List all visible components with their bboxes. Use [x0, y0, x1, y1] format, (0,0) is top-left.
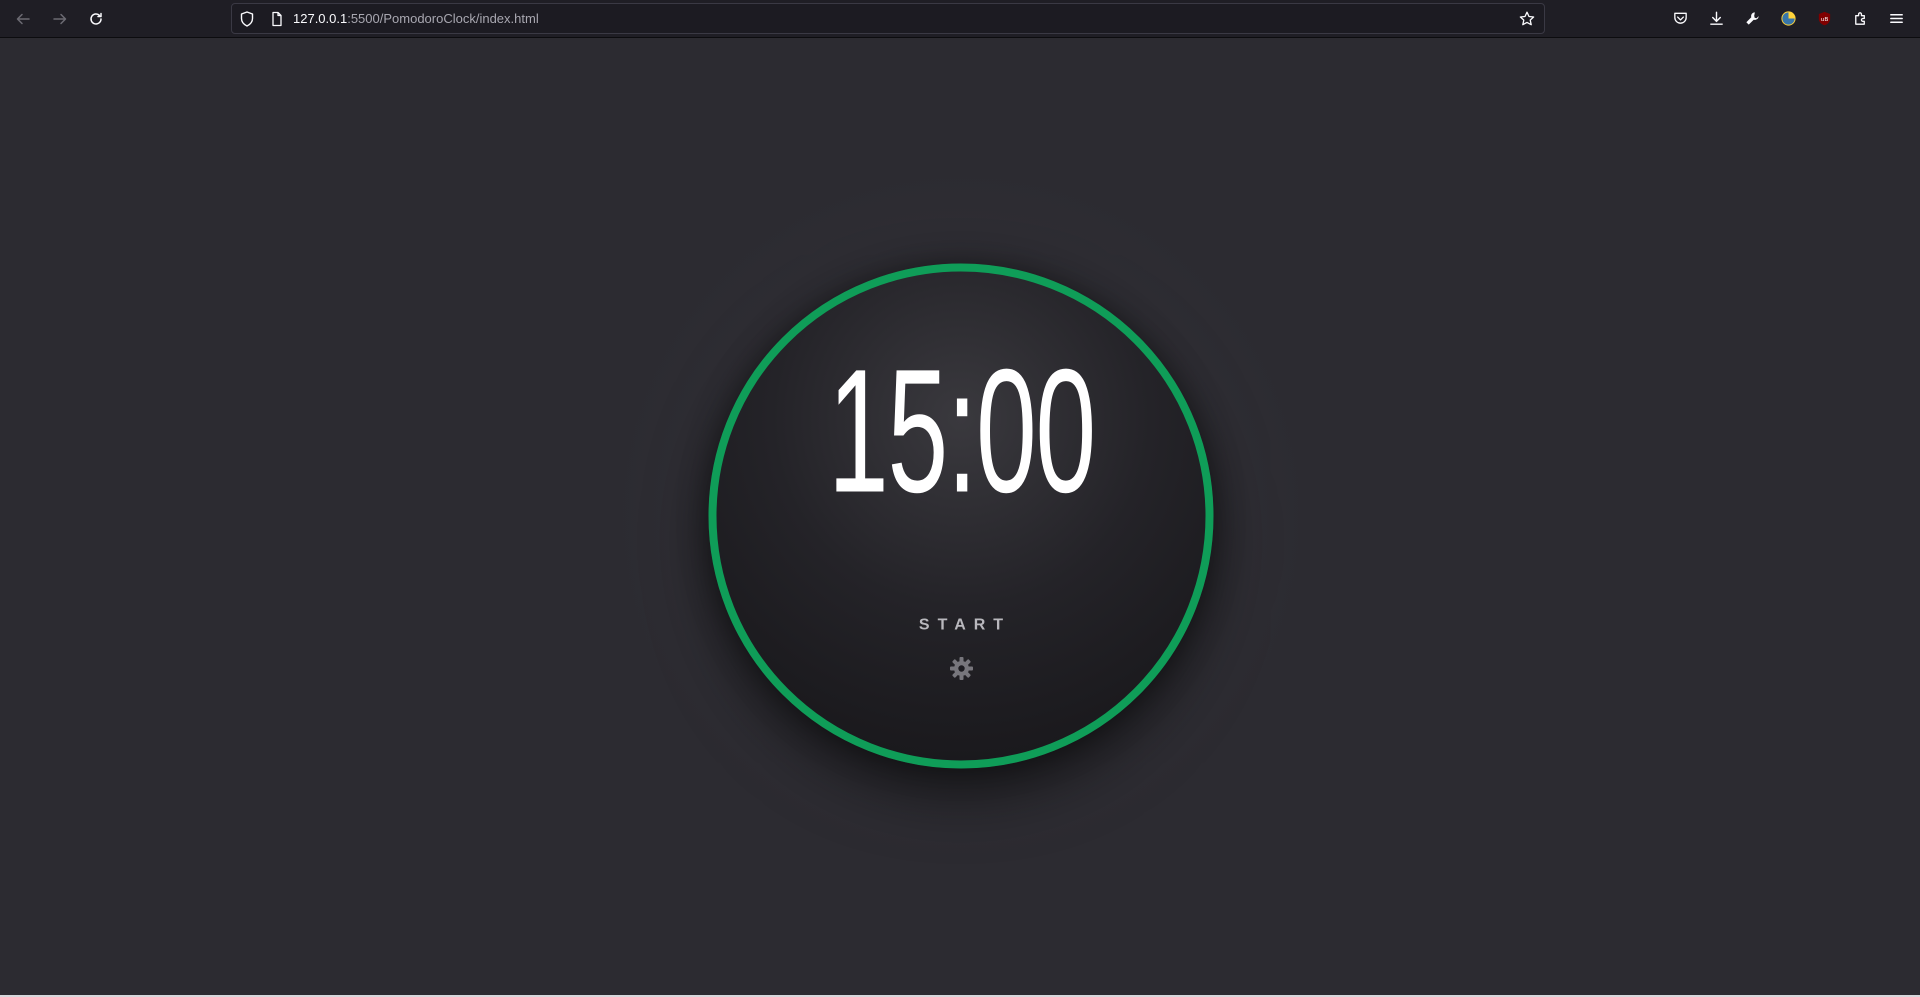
- timer-display: 15:00: [827, 333, 1096, 530]
- gear-icon[interactable]: [948, 656, 974, 682]
- extensions-icon[interactable]: [1850, 8, 1870, 28]
- url-bar[interactable]: 127.0.0.1:5500/PomodoroClock/index.html: [231, 3, 1545, 34]
- url-path: :5500/PomodoroClock/index.html: [347, 11, 539, 26]
- start-button[interactable]: START: [911, 617, 1011, 635]
- reload-icon: [90, 12, 102, 25]
- url-host: 127.0.0.1: [293, 11, 348, 26]
- page-icon: [272, 11, 282, 27]
- python-icon[interactable]: [1778, 8, 1798, 28]
- forward-button[interactable]: [48, 7, 72, 31]
- wrench-icon[interactable]: [1742, 8, 1762, 28]
- browser-toolbar: 127.0.0.1:5500/PomodoroClock/index.html …: [0, 0, 1920, 38]
- hamburger-menu-icon[interactable]: [1886, 8, 1906, 28]
- back-button[interactable]: [11, 7, 35, 31]
- arrow-right-icon: [53, 13, 67, 25]
- pocket-icon[interactable]: [1670, 8, 1690, 28]
- svg-text:uB: uB: [1820, 16, 1828, 22]
- page-content: 15:00 START: [0, 38, 1920, 997]
- shield-icon[interactable]: [238, 10, 256, 28]
- arrow-left-icon: [16, 13, 30, 25]
- pomodoro-clock: 15:00 START: [708, 263, 1214, 769]
- download-icon[interactable]: [1706, 8, 1726, 28]
- star-icon[interactable]: [1518, 10, 1536, 28]
- url-text[interactable]: 127.0.0.1:5500/PomodoroClock/index.html: [293, 11, 539, 26]
- reload-button[interactable]: [84, 7, 108, 31]
- ublock-icon[interactable]: uB: [1814, 8, 1834, 28]
